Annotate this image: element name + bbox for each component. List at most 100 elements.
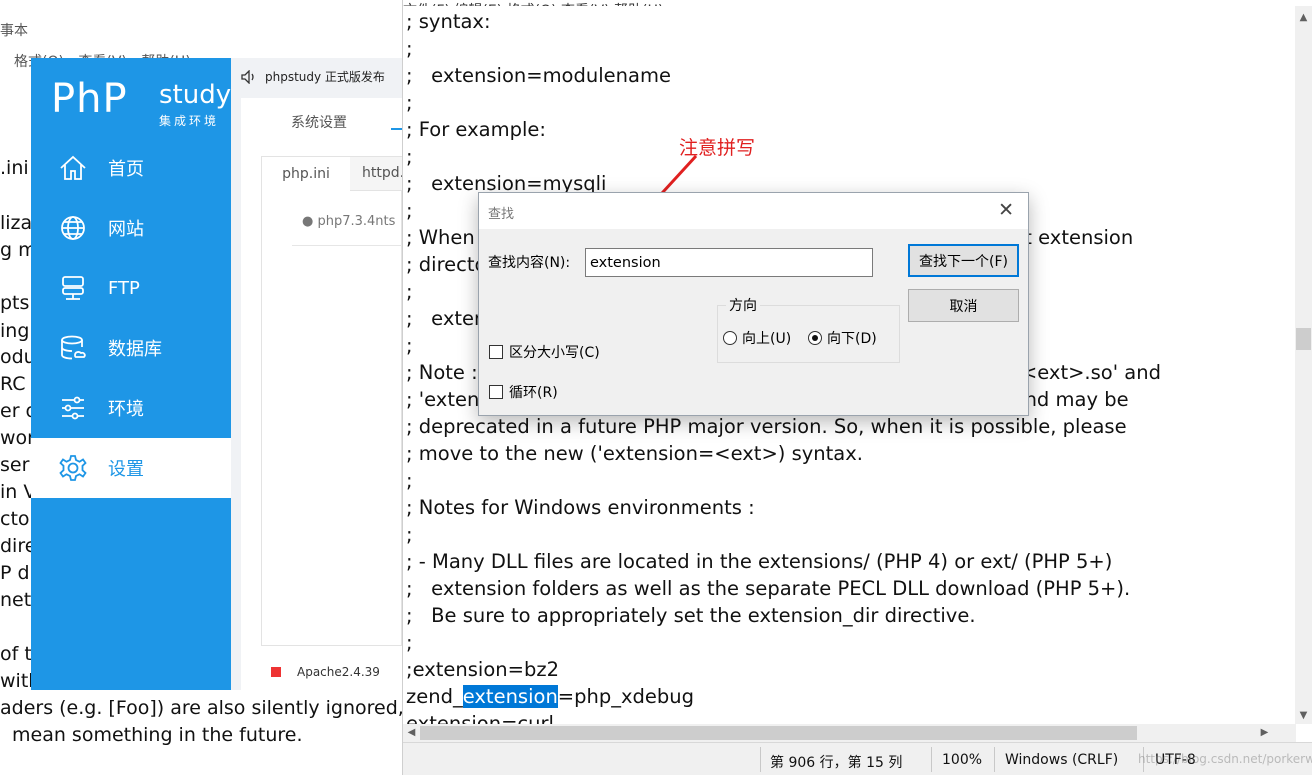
logo-php: PhP: [51, 76, 128, 122]
text-line: extension=curl: [406, 712, 554, 724]
bg-text-line: .ini: [0, 157, 29, 179]
nav-item-home[interactable]: 首页: [31, 138, 231, 198]
bg-text-line: RC: [0, 373, 26, 395]
match-case-label: 区分大小写(C): [509, 345, 600, 361]
divider: [292, 245, 402, 246]
subtab-httpd[interactable]: httpd.: [362, 165, 402, 181]
wrap-around-checkbox[interactable]: 循环(R): [489, 382, 558, 402]
radio-up-label: 向上(U): [742, 331, 792, 347]
vertical-scrollbar[interactable]: ▲ ▼: [1295, 6, 1312, 724]
nav-item-website[interactable]: 网站: [31, 198, 231, 258]
bg-text-line: of t: [0, 643, 32, 665]
apache-label: Apache2.4.39: [297, 665, 380, 679]
watermark: https://blog.csdn.net/porkerwin: [1138, 752, 1312, 766]
logo-subtitle: 集成环境: [159, 114, 220, 128]
checkbox-icon[interactable]: [489, 345, 503, 359]
nav-item-ftp[interactable]: FTP: [31, 258, 231, 318]
notepad-menu-bar: 文件(F) 编辑(E) 格式(O) 查看(V) 帮助(H): [403, 0, 1293, 6]
nav-label-settings: 设置: [108, 459, 144, 480]
text-line: ; Be sure to appropriately set the exten…: [406, 604, 976, 627]
server-icon: [62, 276, 84, 300]
text-line: zend_extension=php_xdebug: [406, 683, 694, 710]
scroll-right-icon[interactable]: ▶: [1256, 724, 1273, 742]
text-line: ; syntax:: [406, 10, 491, 33]
gear-icon: [59, 455, 87, 481]
find-what-input[interactable]: [585, 248, 873, 277]
text-line: ; deprecated in a future PHP major versi…: [406, 415, 1127, 438]
nav-item-settings[interactable]: 设置: [31, 438, 231, 498]
scroll-up-icon[interactable]: ▲: [1295, 9, 1312, 26]
text-line: ; - Many DLL files are located in the ex…: [406, 550, 1113, 573]
status-cursor-position: 第 906 行，第 15 列: [770, 755, 903, 771]
text-line: ;: [406, 334, 413, 357]
phpstudy-logo: PhP study 集成环境: [51, 76, 231, 128]
find-dialog-titlebar[interactable]: 查找 ✕: [479, 193, 1028, 229]
text-line: ; Notes for Windows environments :: [406, 496, 755, 519]
text-line: ;: [406, 469, 413, 492]
vertical-scroll-thumb[interactable]: [1296, 328, 1311, 350]
radio-down-icon[interactable]: [808, 331, 822, 345]
nav-label-ftp: FTP: [108, 277, 140, 299]
status-divider: [931, 747, 932, 772]
horizontal-scroll-thumb[interactable]: [420, 726, 1137, 740]
text-line: ;: [406, 199, 413, 222]
text-line: ; move to the new ('extension=<ext>) syn…: [406, 442, 863, 465]
sliders-icon: [62, 396, 84, 420]
tab-active-indicator: [391, 128, 402, 130]
text-segment: =php_xdebug: [557, 685, 695, 708]
find-next-button[interactable]: 查找下一个(F): [908, 244, 1019, 277]
radio-down[interactable]: 向下(D): [808, 328, 877, 348]
scroll-left-icon[interactable]: ◀: [403, 724, 420, 742]
radio-up-icon[interactable]: [723, 331, 737, 345]
text-line: ; For example:: [406, 118, 546, 141]
text-line: ;: [406, 280, 413, 303]
config-file-panel: php.ini httpd. ● php7.3.4nts: [261, 156, 402, 646]
bg-text-line: wor: [0, 427, 35, 449]
tab-system-settings[interactable]: 系统设置: [291, 112, 347, 132]
speaker-icon: [241, 69, 254, 84]
find-dialog: 查找 ✕ 查找内容(N): 查找下一个(F) 取消 方向 向上(U) 向下(D)…: [478, 192, 1029, 416]
bg-text-line: net: [0, 589, 32, 611]
text-line: ; extension=modulename: [406, 64, 671, 87]
globe-icon: [61, 216, 85, 240]
apache-status[interactable]: Apache2.4.39: [271, 665, 380, 679]
text-line: ; extension folders as well as the separ…: [406, 577, 1131, 600]
scroll-down-icon[interactable]: ▼: [1295, 707, 1312, 724]
news-ticker[interactable]: phpstudy 正式版发布: [241, 68, 385, 85]
text-line: ;: [406, 523, 413, 546]
close-icon[interactable]: ✕: [998, 199, 1014, 221]
find-what-label: 查找内容(N):: [488, 252, 570, 272]
search-highlight: extension: [462, 685, 558, 708]
bg-text-line: ing: [0, 320, 30, 342]
nav-label-website: 网站: [108, 219, 144, 240]
nav-label-home: 首页: [108, 159, 144, 180]
status-divider: [760, 747, 761, 772]
match-case-checkbox[interactable]: 区分大小写(C): [489, 342, 600, 362]
text-line: ;: [406, 37, 413, 60]
text-line: ;: [406, 91, 413, 114]
find-what-label-text: 查找内容(N):: [488, 255, 571, 271]
php-version-item[interactable]: ● php7.3.4nts: [302, 214, 395, 229]
checkbox-icon[interactable]: [489, 385, 503, 399]
radio-up[interactable]: 向上(U): [723, 328, 791, 348]
cancel-button[interactable]: 取消: [908, 289, 1019, 322]
subtab-php-ini[interactable]: php.ini: [262, 157, 350, 191]
bg-window-title: 事本: [0, 23, 28, 39]
home-icon: [60, 155, 86, 180]
status-divider: [994, 747, 995, 772]
news-text: phpstudy 正式版发布: [265, 70, 385, 84]
text-line: ;extension=bz2: [406, 658, 559, 681]
bg-text-line: pts: [0, 292, 30, 314]
phpstudy-sidebar: PhP study 集成环境 首页 网站 FTP 数据库 环境 设置: [31, 58, 231, 690]
nav-item-database[interactable]: 数据库: [31, 318, 231, 378]
status-line-ending: Windows (CRLF): [1005, 752, 1119, 768]
radio-down-label: 向下(D): [827, 331, 877, 347]
bg-text-line: liza: [0, 212, 33, 234]
nav-label-database: 数据库: [108, 339, 162, 360]
direction-group: 方向 向上(U) 向下(D): [717, 295, 900, 363]
horizontal-scrollbar[interactable]: ◀ ▶: [403, 724, 1296, 742]
nav-item-environment[interactable]: 环境: [31, 378, 231, 438]
wrap-around-label: 循环(R): [509, 385, 558, 401]
bg-text-line: ser: [0, 454, 30, 476]
bg-text-line: mean something in the future.: [12, 724, 303, 746]
